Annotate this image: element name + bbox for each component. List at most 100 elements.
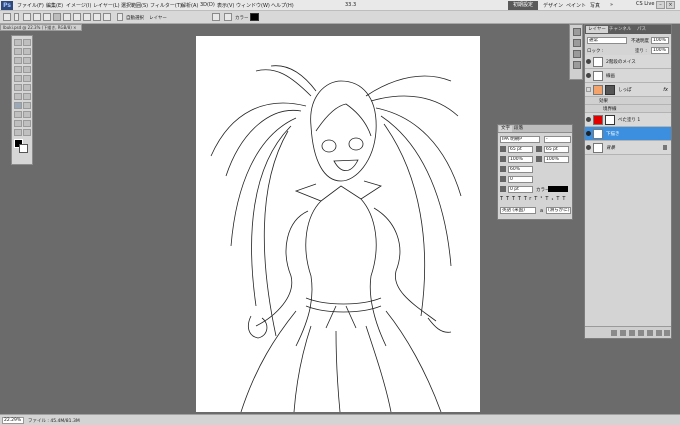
workspace-photo[interactable]: 写真 xyxy=(590,2,600,9)
eye-icon[interactable] xyxy=(586,87,591,92)
layer-row[interactable]: しっぽ fx xyxy=(585,83,671,97)
baseline-shift-field[interactable]: 0 pt xyxy=(508,186,533,193)
path-select-tool-icon[interactable] xyxy=(14,111,22,118)
marquee-tool-icon[interactable] xyxy=(23,39,31,46)
menu-3d[interactable]: 3D(D) xyxy=(200,2,215,8)
crop-tool-icon[interactable] xyxy=(14,57,22,64)
workspace-design[interactable]: デザイン xyxy=(543,2,563,9)
blend-mode-select[interactable]: 通常 xyxy=(587,37,627,44)
eye-icon[interactable] xyxy=(586,117,591,122)
lasso-tool-icon[interactable] xyxy=(14,48,22,55)
new-layer-icon[interactable] xyxy=(656,330,662,336)
menu-layer[interactable]: レイヤー(L) xyxy=(93,2,120,9)
layer-row[interactable]: 背景 xyxy=(585,141,671,155)
polygon-icon[interactable] xyxy=(83,13,91,21)
eye-icon[interactable] xyxy=(586,131,591,136)
anti-alias-select[interactable]: (滑らかに) xyxy=(546,207,571,214)
history-icon[interactable] xyxy=(573,28,581,36)
3d-rotate-tool-icon[interactable] xyxy=(14,120,22,127)
3d-orbit-tool-icon[interactable] xyxy=(23,120,31,127)
zoom-level[interactable]: 33.3 xyxy=(345,2,356,8)
healing-tool-icon[interactable] xyxy=(14,66,22,73)
workspace-essentials[interactable]: 初期設定 xyxy=(508,1,538,10)
tool-preset-dropdown[interactable] xyxy=(14,13,19,21)
zoom-tool-icon[interactable] xyxy=(23,129,31,136)
adjustment-icon[interactable] xyxy=(638,330,644,336)
effect-row[interactable]: 境界線 xyxy=(585,105,671,113)
pen-tool-icon[interactable] xyxy=(14,102,22,109)
text-color-swatch[interactable] xyxy=(548,186,568,192)
menu-select[interactable]: 選択範囲(S) xyxy=(121,2,148,9)
document-canvas[interactable] xyxy=(196,36,480,413)
type-tool-icon[interactable] xyxy=(23,102,31,109)
layer-row[interactable]: 2階段のメイス xyxy=(585,55,671,69)
shape-tool-icon[interactable] xyxy=(23,111,31,118)
tab-paths[interactable]: パス xyxy=(635,26,648,33)
tab-layers[interactable]: レイヤー xyxy=(586,26,608,33)
workspace-paint[interactable]: ペイント xyxy=(566,2,586,9)
trash-icon[interactable] xyxy=(664,330,670,336)
minimize-button[interactable]: – xyxy=(656,1,665,9)
style-all-caps[interactable]: TT xyxy=(512,196,524,202)
fx-icon[interactable] xyxy=(620,330,626,336)
style-small-caps[interactable]: Tr xyxy=(524,196,534,202)
layer-row-selected[interactable]: 下描き xyxy=(585,127,671,141)
style-strikethrough[interactable]: T xyxy=(562,196,568,202)
mask-icon[interactable] xyxy=(629,330,635,336)
custom-shape-icon[interactable] xyxy=(103,13,111,21)
vertical-scale-field[interactable]: 100% xyxy=(508,156,533,163)
stamp-tool-icon[interactable] xyxy=(14,75,22,82)
menu-filter[interactable]: フィルター(T) xyxy=(150,2,182,9)
eye-icon[interactable] xyxy=(586,73,591,78)
style-superscript[interactable]: T¹ xyxy=(534,196,545,202)
brush-tool-icon[interactable] xyxy=(23,66,31,73)
font-size-field[interactable]: 65 pt xyxy=(508,146,533,153)
brushes-icon[interactable] xyxy=(573,50,581,58)
auto-select-value[interactable]: レイヤー xyxy=(149,15,167,21)
type-style-buttons[interactable]: TTTTTrT¹T₁TT xyxy=(500,196,571,204)
tab-character[interactable]: 文字 xyxy=(499,126,512,132)
gradient-tool-icon[interactable] xyxy=(23,84,31,91)
menu-analysis[interactable]: 解析(A) xyxy=(181,2,198,9)
leading-field[interactable]: 65 pt xyxy=(544,146,569,153)
move-tool-icon[interactable] xyxy=(14,39,22,46)
layer-row[interactable]: 線画 xyxy=(585,69,671,83)
blur-tool-icon[interactable] xyxy=(14,93,22,100)
language-select[interactable]: 英語 (米国) xyxy=(500,207,536,214)
font-style-select[interactable]: - xyxy=(544,136,571,143)
align-top-icon[interactable] xyxy=(33,13,41,21)
rect-marquee-icon[interactable] xyxy=(53,13,61,21)
eyedropper-tool-icon[interactable] xyxy=(23,57,31,64)
cs-live-button[interactable]: CS Live xyxy=(636,1,654,7)
kerning-field[interactable]: 0 xyxy=(508,176,533,183)
eraser-tool-icon[interactable] xyxy=(14,84,22,91)
style-subscript[interactable]: T₁ xyxy=(545,196,556,202)
effect-row[interactable]: 効果 xyxy=(585,97,671,105)
hand-tool-icon[interactable] xyxy=(14,129,22,136)
opacity-field[interactable]: 100% xyxy=(651,37,669,44)
character-icon[interactable] xyxy=(573,61,581,69)
actions-icon[interactable] xyxy=(573,39,581,47)
style-icon[interactable] xyxy=(212,13,220,21)
menu-view[interactable]: 表示(V) xyxy=(217,2,234,9)
link-icon[interactable] xyxy=(611,330,617,336)
round-rect-icon[interactable] xyxy=(63,13,71,21)
document-tab[interactable]: Ibuki.psd @ 22.3% (下描き, RGB/8) × xyxy=(0,24,82,31)
dodge-tool-icon[interactable] xyxy=(23,93,31,100)
menu-window[interactable]: ウィンドウ(W) xyxy=(236,2,270,9)
fill-field[interactable]: 100% xyxy=(651,47,669,54)
line-icon[interactable] xyxy=(93,13,101,21)
style-swatch[interactable] xyxy=(224,13,232,21)
horizontal-scale-field[interactable]: 100% xyxy=(544,156,569,163)
font-family-select[interactable]: IPA 明朝P xyxy=(500,136,540,143)
close-button[interactable]: × xyxy=(666,1,675,9)
layer-row[interactable]: べた塗り 1 xyxy=(585,113,671,127)
quick-select-tool-icon[interactable] xyxy=(23,48,31,55)
background-color-swatch[interactable] xyxy=(19,144,28,153)
checkbox-icon[interactable] xyxy=(117,13,123,21)
auto-select-checkbox[interactable] xyxy=(23,13,31,21)
color-swatch[interactable] xyxy=(250,13,259,21)
fx-icon[interactable]: fx xyxy=(663,87,668,93)
menu-image[interactable]: イメージ(I) xyxy=(66,2,91,9)
ellipse-icon[interactable] xyxy=(73,13,81,21)
